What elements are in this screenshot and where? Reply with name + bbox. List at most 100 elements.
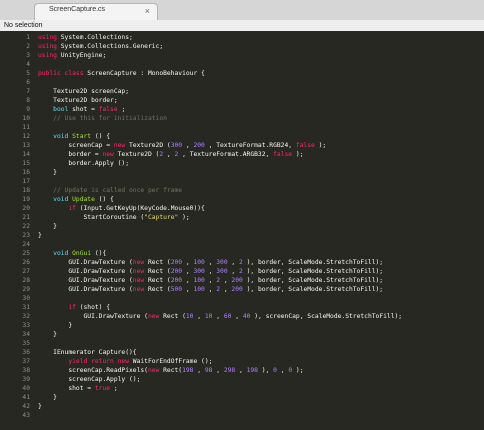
code-line[interactable]: 12 void Start () { [0,132,484,141]
code-token: ); [182,214,190,221]
code-text: } [38,231,42,240]
code-line[interactable]: 27 GUI.DrawTexture (new Rect (200 , 300 … [0,267,484,276]
tab-bar: ScreenCapture.cs × [0,0,484,21]
code-token: yield return new [38,358,129,365]
line-number: 42 [22,403,30,410]
code-token: ; [121,106,126,113]
code-line[interactable]: 43 [0,411,484,420]
code-line[interactable]: 20 if (Input.GetKeyUp(KeyCode.Mouse0)){ [0,204,484,213]
code-token: // Use this for initialization [38,115,167,122]
code-line[interactable]: 38 screenCap.ReadPixels(new Rect(198 , 9… [0,366,484,375]
code-text: border = new Texture2D (2 , 2 , TextureF… [38,150,303,159]
code-line[interactable]: 17 [0,177,484,186]
code-token: Rect( [159,367,183,374]
code-token: new [113,142,126,149]
line-number: 40 [22,385,30,392]
code-text: screenCap.ReadPixels(new Rect(198 , 98 ,… [38,366,303,375]
code-token: GUI.DrawTexture ( [38,286,133,293]
code-line[interactable]: 7 Texture2D screenCap; [0,87,484,96]
code-line[interactable]: 22 } [0,222,484,231]
code-line[interactable]: 6 [0,78,484,87]
line-number: 25 [22,250,30,257]
status-text: No selection [4,22,43,29]
line-number: 8 [26,97,30,104]
code-line[interactable]: 32 GUI.DrawTexture (new Rect (10 , 10 , … [0,312,484,321]
code-line[interactable]: 28 GUI.DrawTexture (new Rect (200 , 100 … [0,276,484,285]
code-token: 200 [170,277,183,284]
code-token: } [38,403,42,410]
code-token: ), [261,367,274,374]
code-line[interactable]: 5 public class ScreenCapture : MonoBehavi… [0,69,484,78]
code-lines: 1 using System.Collections; 2 using System.… [0,33,484,420]
code-editor[interactable]: 1 using System.Collections; 2 using System.… [0,31,484,430]
code-token: "Capture" [144,214,179,221]
code-line[interactable]: 23} [0,231,484,240]
code-token: 98 [204,367,213,374]
code-token: 200 [170,259,183,266]
code-line[interactable]: 19 void Update () { [0,195,484,204]
code-line[interactable]: 8 Texture2D border; [0,96,484,105]
code-line[interactable]: 11 [0,123,484,132]
code-line[interactable]: 25 void OnGui (){ [0,249,484,258]
code-line[interactable]: 30 [0,294,484,303]
code-text: } [38,402,42,411]
code-token: new [132,286,145,293]
code-token: using [38,34,57,41]
code-line[interactable]: 3 using UnityEngine; [0,51,484,60]
code-line[interactable]: 14 border = new Texture2D (2 , 2 , Textu… [0,150,484,159]
line-number: 33 [22,322,30,329]
code-token: } [38,322,73,329]
code-token: 40 [242,313,251,320]
code-line[interactable]: 2 using System.Collections.Generic; [0,42,484,51]
line-number: 28 [22,277,30,284]
line-number: 1 [26,34,30,41]
code-line[interactable]: 29 GUI.DrawTexture (new Rect (500 , 100 … [0,285,484,294]
code-line[interactable]: 42} [0,402,484,411]
line-number: 24 [22,241,30,248]
code-line[interactable]: 40 shot = true ; [0,384,484,393]
code-line[interactable]: 1 using System.Collections; [0,33,484,42]
code-token: 300 [170,142,183,149]
code-line[interactable]: 35 [0,339,484,348]
code-line[interactable]: 21 StartCoroutine ("Capture" ); [0,213,484,222]
code-token: 300 [216,259,228,266]
code-line[interactable]: 13 screenCap = new Texture2D (300 , 200 … [0,141,484,150]
code-text: StartCoroutine ("Capture" ); [38,213,190,222]
close-icon[interactable]: × [145,5,150,17]
code-token: } [38,331,57,338]
code-line[interactable]: 9 bool shot = false ; [0,105,484,114]
code-token: 100 [193,277,205,284]
code-text: yield return new WaitForEndOfFrame (); [38,357,212,366]
code-line[interactable]: 33 } [0,321,484,330]
code-line[interactable]: 10 // Use this for initialization [0,114,484,123]
code-line[interactable]: 36 IEnumerator Capture(){ [0,348,484,357]
code-line[interactable]: 4 [0,60,484,69]
code-line[interactable]: 24 [0,240,484,249]
code-token: , [239,367,247,374]
code-token: void [38,133,69,140]
code-token: , [216,313,224,320]
code-line[interactable]: 18 // Update is called once per frame [0,186,484,195]
line-number: 29 [22,286,30,293]
code-line[interactable]: 41 } [0,393,484,402]
code-line[interactable]: 39 screenCap.Apply (); [0,375,484,384]
code-text: GUI.DrawTexture (new Rect (10 , 10 , 60 … [38,312,402,321]
code-token: using [38,43,57,50]
code-token: (shot) { [75,304,111,311]
line-number: 3 [26,52,30,59]
code-token: , TextureFormat.RGB24, [208,142,296,149]
line-number: 30 [22,295,30,302]
code-line[interactable]: 15 border.Apply (); [0,159,484,168]
code-line[interactable]: 26 GUI.DrawTexture (new Rect (200 , 100 … [0,258,484,267]
code-token: void [38,196,69,203]
tab-screencapture[interactable]: ScreenCapture.cs × [34,3,158,20]
code-text: if (shot) { [38,303,110,312]
code-line[interactable]: 37 yield return new WaitForEndOfFrame ()… [0,357,484,366]
code-line[interactable]: 16 } [0,168,484,177]
code-text: // Use this for initialization [38,114,167,123]
code-line[interactable]: 31 if (shot) { [0,303,484,312]
code-token: 300 [216,268,228,275]
code-line[interactable]: 34 } [0,330,484,339]
code-token: , [231,268,239,275]
line-number: 14 [22,151,30,158]
